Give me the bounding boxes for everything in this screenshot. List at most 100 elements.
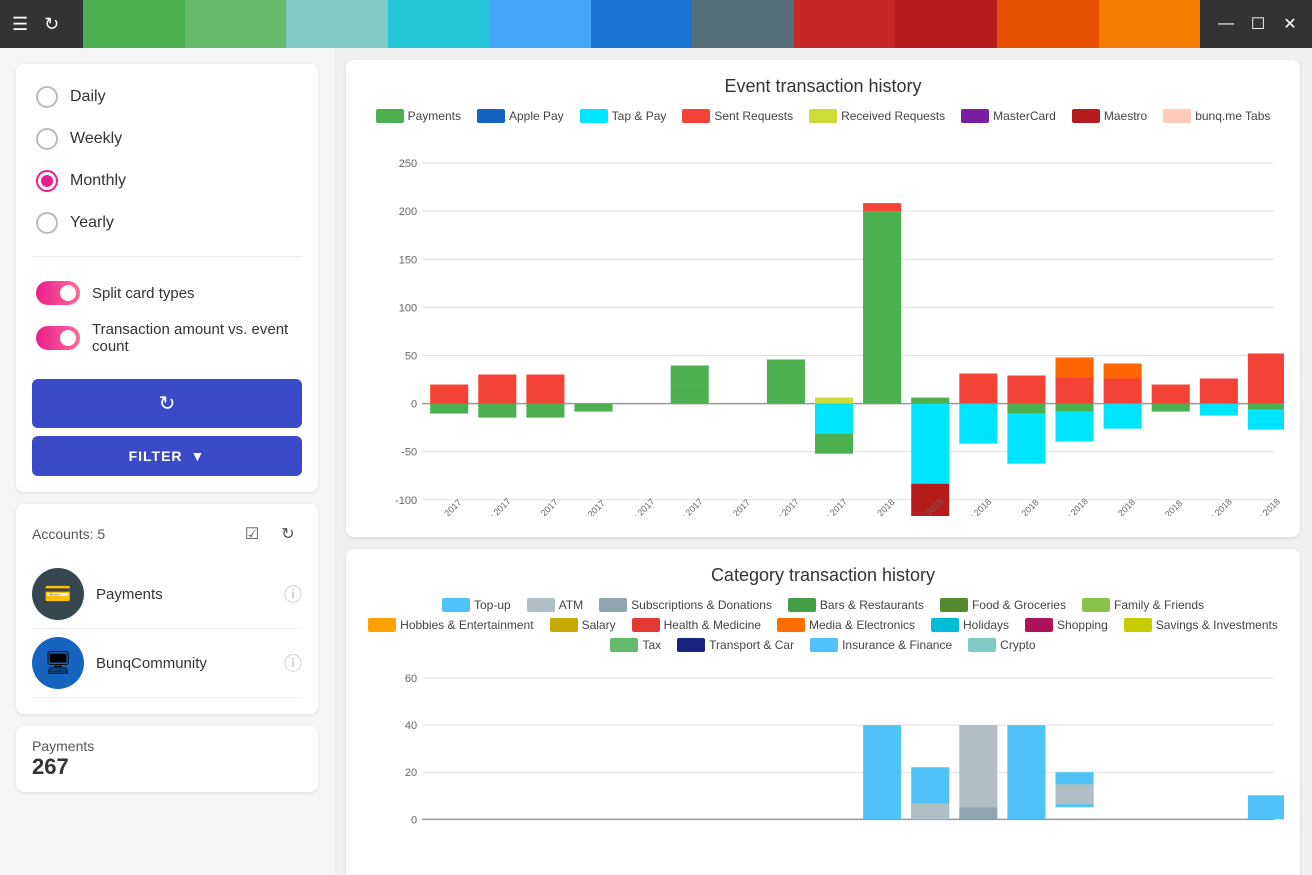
cat-bar [1248,795,1284,819]
legend-color-receivedrequests [809,109,837,123]
svg-text:60: 60 [405,673,417,685]
radio-circle-weekly [36,128,58,150]
category-chart-card: Category transaction history Top-up ATM … [346,549,1300,875]
legend-insurance: Insurance & Finance [810,638,952,652]
filter-label: FILTER [129,448,183,464]
close-button[interactable]: ✕ [1280,14,1300,34]
bar [911,404,949,484]
legend-family: Family & Friends [1082,598,1204,612]
legend-color-subscriptions [599,598,627,612]
sidebar: Daily Weekly Monthly Yearly S [0,48,334,875]
legend-color-savings [1124,618,1152,632]
radio-yearly[interactable]: Yearly [32,206,302,240]
bar [911,398,949,404]
cat-bar [1055,784,1093,804]
bar [1007,376,1045,404]
legend-label-media: Media & Electronics [809,618,915,632]
cat-bar [959,807,997,819]
bar [863,203,901,211]
filter-icon: ▼ [191,448,206,464]
accounts-refresh-icon[interactable]: ↻ [274,520,302,548]
refresh-button[interactable]: ↻ [32,379,302,428]
tx-amount-toggle[interactable] [36,326,80,350]
category-chart-container: 60 40 20 0 [362,664,1284,869]
legend-label-transport: Transport & Car [709,638,794,652]
maximize-button[interactable]: ☐ [1248,14,1268,34]
bar [1007,414,1045,464]
svg-text:May 2018: May 2018 [1055,496,1090,516]
legend-color-food [940,598,968,612]
bar [1055,404,1093,412]
radio-group: Daily Weekly Monthly Yearly [32,80,302,240]
tx-amount-label: Transaction amount vs. event count [92,321,298,355]
radio-weekly[interactable]: Weekly [32,122,302,156]
split-card-toggle[interactable] [36,281,80,305]
legend-food: Food & Groceries [940,598,1066,612]
legend-holidays: Holidays [931,618,1009,632]
legend-color-bunqmetabs [1163,109,1191,123]
filter-button[interactable]: FILTER ▼ [32,436,302,476]
bar [478,404,516,418]
bar [1248,410,1284,430]
legend-label-atm: ATM [559,598,583,612]
svg-text:50: 50 [405,350,417,362]
radio-circle-monthly [36,170,58,192]
legend-color-transport [677,638,705,652]
svg-text:Jul 2018: Jul 2018 [1153,498,1184,516]
accounts-card: Accounts: 5 ☑ ↻ 💳 Payments ⓘ 🖥 BunqCommu… [16,504,318,714]
legend-label-savings: Savings & Investments [1156,618,1278,632]
legend-color-mastercard [961,109,989,123]
legend-hobbies: Hobbies & Entertainment [368,618,533,632]
svg-text:-50: -50 [401,447,417,459]
svg-text:0: 0 [411,399,417,411]
refresh-icon-btn: ↻ [159,391,176,416]
legend-color-hobbies [368,618,396,632]
accounts-title: Accounts: 5 [32,526,105,542]
minimize-button[interactable]: — [1216,14,1236,34]
refresh-icon[interactable]: ↻ [44,14,59,35]
legend-color-health [632,618,660,632]
legend-label-hobbies: Hobbies & Entertainment [400,618,533,632]
radio-label-yearly: Yearly [70,214,114,232]
bar [430,385,468,404]
event-chart-svg: 250 200 150 100 50 0 [362,135,1284,516]
bar [1055,357,1093,377]
legend-applepay: Apple Pay [477,109,564,123]
radio-monthly[interactable]: Monthly [32,164,302,198]
radio-label-monthly: Monthly [70,172,126,190]
category-chart-title: Category transaction history [362,565,1284,586]
svg-text:0: 0 [411,814,417,826]
tx-amount-toggle-row: Transaction amount vs. event count [32,313,302,363]
legend-label-tax: Tax [642,638,661,652]
legend-color-topup [442,598,470,612]
category-chart-svg: 60 40 20 0 [362,664,1284,864]
bar [1104,379,1142,404]
svg-text:20: 20 [405,767,417,779]
bunqcommunity-info-icon[interactable]: ⓘ [284,650,302,676]
payments-info-icon[interactable]: ⓘ [284,581,302,607]
legend-color-shopping [1025,618,1053,632]
legend-bars: Bars & Restaurants [788,598,924,612]
legend-receivedrequests: Received Requests [809,109,945,123]
svg-text:May 2017: May 2017 [478,496,513,516]
split-card-label: Split card types [92,285,195,302]
legend-color-applepay [477,109,505,123]
legend-color-insurance [810,638,838,652]
radio-circle-daily [36,86,58,108]
bar [1055,378,1093,404]
legend-tappay: Tap & Pay [580,109,667,123]
bar [671,365,709,384]
legend-color-family [1082,598,1110,612]
menu-icon[interactable]: ☰ [12,14,28,35]
bar [815,398,853,404]
event-chart-container: 250 200 150 100 50 0 [362,135,1284,521]
bar [959,374,997,404]
radio-daily[interactable]: Daily [32,80,302,114]
color-palette [83,0,1200,48]
bar [1152,404,1190,412]
svg-text:40: 40 [405,720,417,732]
checkbox-icon[interactable]: ☑ [238,520,266,548]
legend-media: Media & Electronics [777,618,915,632]
svg-text:Jul 2017: Jul 2017 [576,498,607,516]
legend-payments: Payments [376,109,461,123]
